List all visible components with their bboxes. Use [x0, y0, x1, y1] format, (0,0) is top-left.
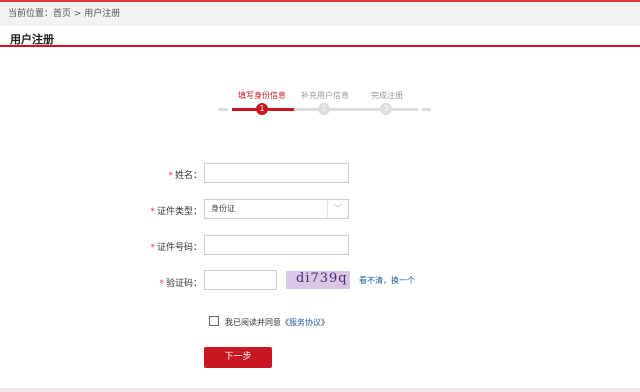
step-dot-1: 1 — [256, 103, 268, 115]
required-mark: * — [159, 279, 164, 289]
step-dot-3: 3 — [380, 103, 392, 115]
idtype-label: * 证件类型： — [92, 204, 202, 217]
required-mark: * — [150, 243, 155, 253]
bottom-strip — [0, 388, 640, 392]
idtype-label-text: 证件类型： — [156, 207, 202, 217]
chevron-down-icon[interactable]: ﹀ — [327, 200, 348, 218]
agreement-suffix: 》 — [321, 318, 329, 327]
idtype-selected-value: 身份证 — [211, 204, 235, 213]
captcha-label: * 验证码： — [92, 276, 202, 289]
step-dot-2: 2 — [318, 103, 330, 115]
idtype-select[interactable]: 身份证 ﹀ — [204, 199, 349, 219]
captcha-image[interactable]: di739q — [286, 271, 350, 289]
captcha-input[interactable] — [204, 270, 277, 290]
progress-track-end — [422, 108, 431, 111]
captcha-label-text: 验证码： — [165, 279, 202, 289]
captcha-refresh-link[interactable]: 看不清，换一个 — [359, 275, 415, 286]
title-divider — [0, 45, 640, 47]
progress-track-start — [218, 108, 228, 111]
name-label: * 姓名： — [92, 168, 202, 181]
agreement-checkbox[interactable] — [209, 316, 219, 326]
agreement-prefix: 我已阅读并同意《 — [225, 318, 289, 327]
required-mark: * — [150, 207, 155, 217]
breadcrumb: 当前位置：首页 > 用户注册 — [0, 2, 640, 26]
name-label-text: 姓名： — [174, 171, 202, 181]
step-label-2: 补充用户信息 — [301, 91, 349, 100]
step-label-1: 填写身份信息 — [238, 91, 286, 100]
captcha-text: di739q — [296, 271, 348, 286]
progress-track-rest — [294, 108, 418, 111]
breadcrumb-text: 当前位置：首页 > 用户注册 — [8, 9, 121, 19]
agreement-row: 我已阅读并同意《服务协议》 — [209, 316, 329, 328]
required-mark: * — [168, 171, 173, 181]
name-input[interactable] — [204, 163, 349, 183]
idnum-label-text: 证件号码： — [156, 243, 202, 253]
step-label-3: 完成注册 — [371, 91, 403, 100]
next-step-button[interactable]: 下一步 — [204, 347, 272, 368]
service-agreement-link[interactable]: 服务协议 — [289, 318, 321, 327]
idnum-input[interactable] — [204, 235, 349, 255]
idnum-label: * 证件号码： — [92, 240, 202, 253]
